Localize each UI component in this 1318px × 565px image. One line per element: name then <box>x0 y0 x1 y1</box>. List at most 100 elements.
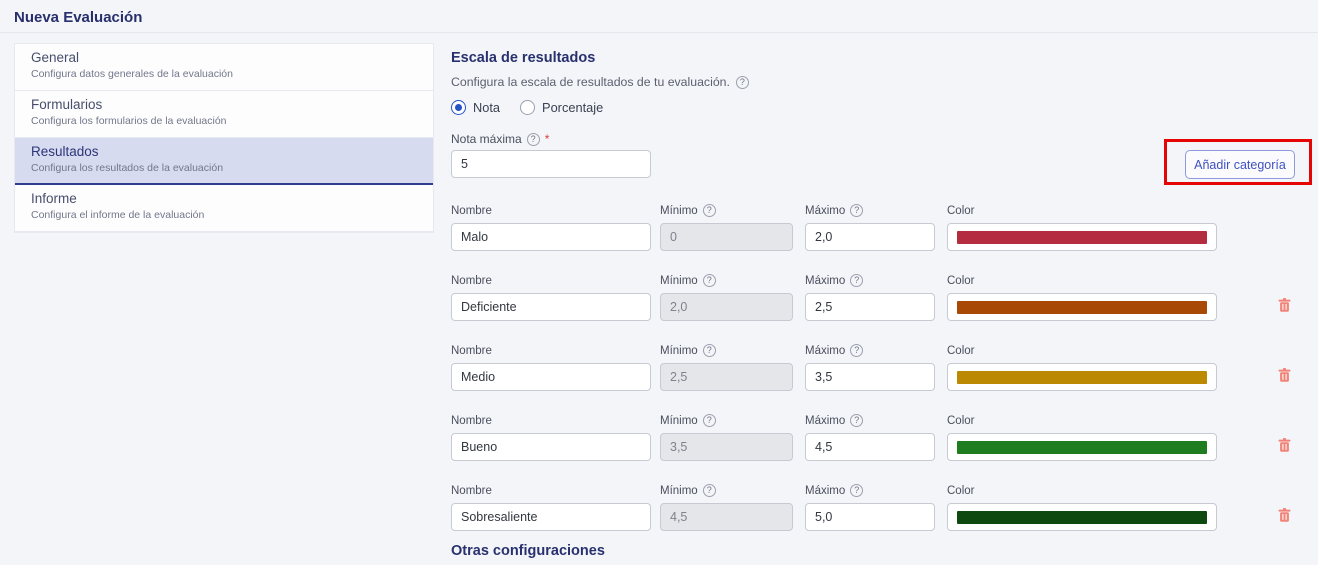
sidebar-item-description: Configura los formularios de la evaluaci… <box>31 115 417 127</box>
sidebar-item-label: Informe <box>31 191 417 206</box>
scale-type-radio-group: Nota Porcentaje <box>451 100 603 115</box>
max-field-label: Máximo ? <box>805 344 935 357</box>
category-min-column: Mínimo ? <box>660 340 793 391</box>
color-label-text: Color <box>947 345 974 357</box>
color-picker-box[interactable] <box>947 293 1217 321</box>
color-field-label: Color <box>947 344 1217 357</box>
min-label-text: Mínimo <box>660 275 698 287</box>
help-icon[interactable]: ? <box>703 274 716 287</box>
help-icon[interactable]: ? <box>850 274 863 287</box>
color-swatch-bar <box>957 301 1207 314</box>
color-picker-box[interactable] <box>947 363 1217 391</box>
color-swatch-bar <box>957 511 1207 524</box>
category-name-input[interactable] <box>451 433 651 461</box>
help-icon[interactable]: ? <box>527 133 540 146</box>
radio-label: Nota <box>473 100 500 115</box>
category-row: Nombre Mínimo ? Máximo ? Color <box>451 480 1318 550</box>
delete-category-button[interactable] <box>1277 297 1291 312</box>
category-min-column: Mínimo ? <box>660 410 793 461</box>
name-field-label: Nombre <box>451 414 651 427</box>
required-asterisk: * <box>545 132 550 146</box>
color-picker-box[interactable] <box>947 433 1217 461</box>
color-field-label: Color <box>947 484 1217 497</box>
category-name-input[interactable] <box>451 503 651 531</box>
sidebar-item-resultados[interactable]: Resultados Configura los resultados de l… <box>15 138 433 185</box>
max-grade-input[interactable] <box>451 150 651 178</box>
color-picker-box[interactable] <box>947 503 1217 531</box>
help-icon[interactable]: ? <box>850 414 863 427</box>
help-icon[interactable]: ? <box>703 484 716 497</box>
radio-option-nota[interactable]: Nota <box>451 100 500 115</box>
color-swatch-bar <box>957 371 1207 384</box>
section-title: Escala de resultados <box>451 50 595 66</box>
help-icon[interactable]: ? <box>850 344 863 357</box>
help-icon[interactable]: ? <box>703 344 716 357</box>
name-field-label: Nombre <box>451 484 651 497</box>
category-max-column: Máximo ? <box>805 410 935 461</box>
category-min-input <box>660 363 793 391</box>
trash-icon <box>1278 508 1291 522</box>
max-label-text: Máximo <box>805 415 845 427</box>
sidebar-item-label: Resultados <box>31 144 417 159</box>
category-name-column: Nombre <box>451 480 651 531</box>
max-label-text: Máximo <box>805 205 845 217</box>
min-label-text: Mínimo <box>660 205 698 217</box>
category-name-input[interactable] <box>451 293 651 321</box>
category-name-column: Nombre <box>451 270 651 321</box>
radio-icon[interactable] <box>451 100 466 115</box>
add-category-button[interactable]: Añadir categoría <box>1185 150 1295 179</box>
category-max-input[interactable] <box>805 293 935 321</box>
category-name-input[interactable] <box>451 223 651 251</box>
category-color-column: Color <box>947 340 1217 391</box>
category-row: Nombre Mínimo ? Máximo ? Color <box>451 410 1318 480</box>
help-icon[interactable]: ? <box>850 484 863 497</box>
color-label-text: Color <box>947 275 974 287</box>
max-grade-label-text: Nota máxima <box>451 132 522 146</box>
radio-option-porcentaje[interactable]: Porcentaje <box>520 100 603 115</box>
help-icon[interactable]: ? <box>736 76 749 89</box>
category-name-input[interactable] <box>451 363 651 391</box>
color-label-text: Color <box>947 415 974 427</box>
page-title: Nueva Evaluación <box>14 9 142 26</box>
category-color-column: Color <box>947 480 1217 531</box>
name-field-label: Nombre <box>451 204 651 217</box>
category-max-column: Máximo ? <box>805 200 935 251</box>
max-field-label: Máximo ? <box>805 274 935 287</box>
category-min-column: Mínimo ? <box>660 480 793 531</box>
max-field-label: Máximo ? <box>805 204 935 217</box>
help-icon[interactable]: ? <box>703 414 716 427</box>
delete-category-button[interactable] <box>1277 367 1291 382</box>
category-name-column: Nombre <box>451 200 651 251</box>
color-field-label: Color <box>947 274 1217 287</box>
category-min-input <box>660 293 793 321</box>
category-min-column: Mínimo ? <box>660 270 793 321</box>
category-max-input[interactable] <box>805 503 935 531</box>
help-icon[interactable]: ? <box>703 204 716 217</box>
sidebar-item-informe[interactable]: Informe Configura el informe de la evalu… <box>15 185 433 232</box>
category-max-input[interactable] <box>805 433 935 461</box>
sidebar-item-description: Configura el informe de la evaluación <box>31 209 417 221</box>
category-rows: Nombre Mínimo ? Máximo ? Color <box>451 200 1318 550</box>
help-icon[interactable]: ? <box>850 204 863 217</box>
category-row: Nombre Mínimo ? Máximo ? Color <box>451 200 1318 270</box>
trash-icon <box>1278 438 1291 452</box>
category-max-column: Máximo ? <box>805 340 935 391</box>
category-max-input[interactable] <box>805 363 935 391</box>
name-label-text: Nombre <box>451 415 492 427</box>
sidebar-item-general[interactable]: General Configura datos generales de la … <box>15 44 433 91</box>
min-field-label: Mínimo ? <box>660 274 793 287</box>
category-max-input[interactable] <box>805 223 935 251</box>
delete-category-button[interactable] <box>1277 507 1291 522</box>
main-content: Escala de resultados Configura la escala… <box>451 0 1318 565</box>
delete-category-button[interactable] <box>1277 437 1291 452</box>
category-max-column: Máximo ? <box>805 270 935 321</box>
radio-label: Porcentaje <box>542 100 603 115</box>
name-field-label: Nombre <box>451 274 651 287</box>
category-name-column: Nombre <box>451 410 651 461</box>
color-picker-box[interactable] <box>947 223 1217 251</box>
min-field-label: Mínimo ? <box>660 414 793 427</box>
max-field-label: Máximo ? <box>805 414 935 427</box>
sidebar-item-formularios[interactable]: Formularios Configura los formularios de… <box>15 91 433 138</box>
radio-icon[interactable] <box>520 100 535 115</box>
sidebar-item-description: Configura los resultados de la evaluació… <box>31 162 417 174</box>
